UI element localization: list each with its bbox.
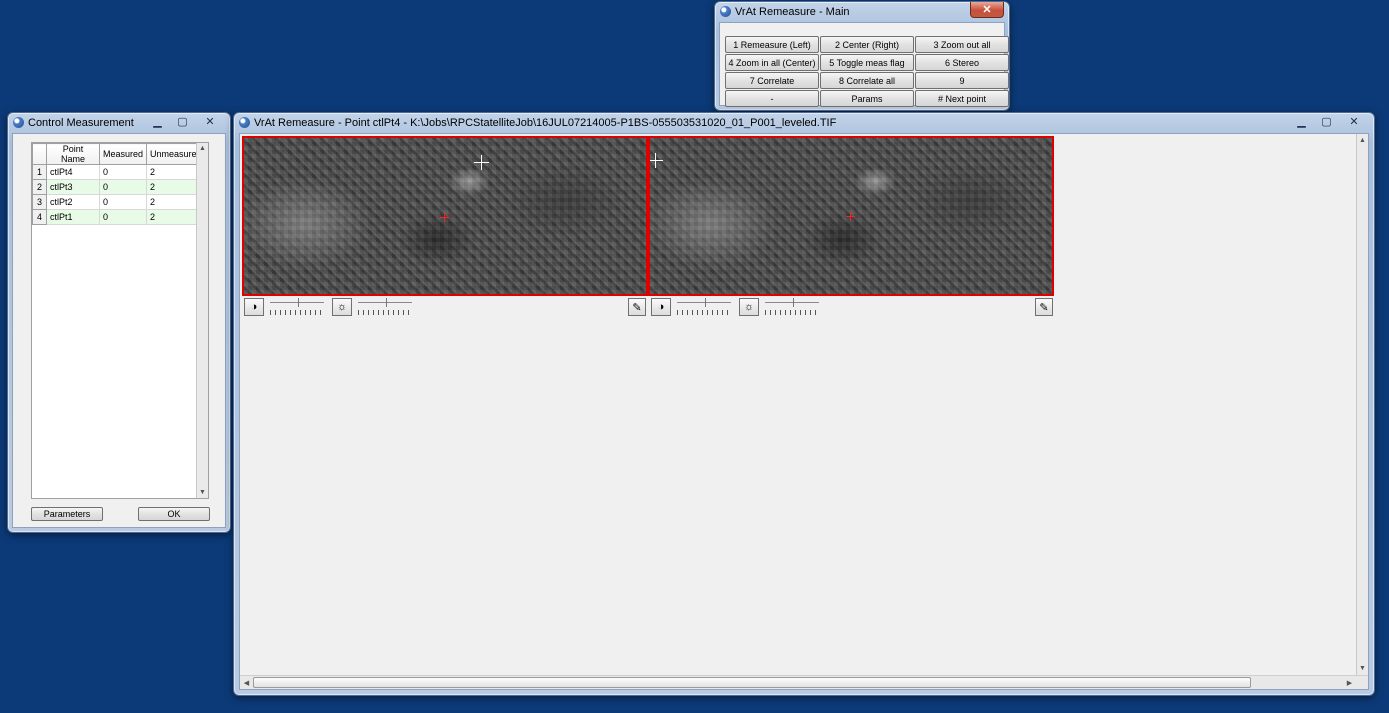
main-window: VrAt Remeasure - Main ✕ 1 Remeasure (Lef…	[714, 1, 1010, 111]
correlate-button[interactable]: 7 Correlate	[725, 72, 819, 89]
remeasure-left-button[interactable]: 1 Remeasure (Left)	[725, 36, 819, 53]
table-row[interactable]: 1 ctlPt4 0 2	[32, 164, 206, 180]
slider-thumb[interactable]	[386, 298, 391, 307]
maximize-icon[interactable]: ▢	[170, 113, 195, 129]
slider-thumb[interactable]	[705, 298, 710, 307]
scroll-up-icon[interactable]: ▲	[1357, 135, 1368, 146]
left-image-view[interactable]	[242, 136, 648, 296]
slider-thumb[interactable]	[793, 298, 798, 307]
close-icon[interactable]: ✕	[1339, 113, 1369, 129]
brightness-icon[interactable]: ☼	[739, 298, 759, 316]
control-window: Control Measurement ▁ ▢ ✕ Point Name Mea…	[7, 112, 231, 533]
horizontal-scroll-thumb[interactable]	[253, 677, 1251, 688]
cursor-crosshair	[650, 153, 663, 168]
slider-ticks	[358, 310, 412, 315]
view-vertical-scrollbar[interactable]: ▲ ▼	[1356, 134, 1368, 675]
zoom-in-all-button[interactable]: 4 Zoom in all (Center)	[725, 54, 819, 71]
measured-cell[interactable]: 0	[98, 164, 148, 180]
reset-brush-icon[interactable]: ✎	[628, 298, 646, 316]
table-row[interactable]: 2 ctlPt3 0 2	[32, 179, 206, 195]
scroll-right-icon[interactable]: ▶	[1344, 677, 1355, 688]
contrast-slider[interactable]	[675, 298, 733, 316]
slider-thumb[interactable]	[298, 298, 303, 307]
row-number: 3	[32, 194, 47, 210]
toggle-meas-flag-button[interactable]: 5 Toggle meas flag	[820, 54, 914, 71]
row-number: 1	[32, 164, 47, 180]
point-name-cell[interactable]: ctlPt1	[46, 209, 100, 225]
slider-track	[270, 302, 324, 303]
main-titlebar[interactable]: VrAt Remeasure - Main ✕	[715, 2, 1009, 22]
control-window-title: Control Measurement	[28, 117, 134, 129]
brightness-slider[interactable]	[356, 298, 414, 316]
view-horizontal-scrollbar[interactable]: ◀ ▶	[240, 675, 1368, 689]
row-header	[32, 143, 47, 165]
scroll-up-icon[interactable]: ▲	[197, 143, 208, 154]
main-button-grid: 1 Remeasure (Left) 2 Center (Right) 3 Zo…	[725, 36, 1009, 107]
params-button[interactable]: Params	[820, 90, 914, 107]
app-icon	[239, 117, 250, 128]
dash-button[interactable]: -	[725, 90, 819, 107]
main-client: 1 Remeasure (Left) 2 Center (Right) 3 Zo…	[719, 22, 1009, 107]
slider-ticks	[270, 310, 324, 315]
table-vertical-scrollbar[interactable]: ▲ ▼	[196, 143, 208, 498]
measured-cell[interactable]: 0	[98, 194, 148, 210]
measurement-marker	[440, 213, 449, 222]
row-number: 2	[32, 179, 47, 195]
point-name-cell[interactable]: ctlPt4	[46, 164, 100, 180]
correlate-all-button[interactable]: 8 Correlate all	[820, 72, 914, 89]
slider-ticks	[677, 310, 731, 315]
center-right-button[interactable]: 2 Center (Right)	[820, 36, 914, 53]
reset-brush-icon[interactable]: ✎	[1035, 298, 1053, 316]
point-window-title: VrAt Remeasure - Point ctlPt4 - K:\Jobs\…	[254, 117, 837, 129]
table-row[interactable]: 3 ctlPt2 0 2	[32, 194, 206, 210]
scroll-down-icon[interactable]: ▼	[197, 487, 208, 498]
brightness-icon[interactable]: ☼	[332, 298, 352, 316]
main-window-title: VrAt Remeasure - Main	[735, 6, 850, 18]
close-icon[interactable]: ✕	[970, 2, 1004, 18]
minimize-icon[interactable]: ▁	[1289, 113, 1314, 129]
point-titlebar[interactable]: VrAt Remeasure - Point ctlPt4 - K:\Jobs\…	[234, 113, 1374, 133]
point-window: VrAt Remeasure - Point ctlPt4 - K:\Jobs\…	[233, 112, 1375, 696]
measured-cell[interactable]: 0	[98, 179, 148, 195]
slider-track	[677, 302, 731, 303]
slider-track	[765, 302, 819, 303]
slider-ticks	[765, 310, 819, 315]
next-point-button[interactable]: # Next point	[915, 90, 1009, 107]
point-table: Point Name Measured Unmeasured 1 ctlPt4 …	[31, 142, 209, 499]
app-icon	[13, 117, 24, 128]
maximize-icon[interactable]: ▢	[1314, 113, 1339, 129]
point-name-cell[interactable]: ctlPt3	[46, 179, 100, 195]
scroll-left-icon[interactable]: ◀	[241, 677, 252, 688]
cursor-crosshair	[474, 155, 489, 170]
scroll-down-icon[interactable]: ▼	[1357, 663, 1368, 674]
measured-cell[interactable]: 0	[98, 209, 148, 225]
row-number: 4	[32, 209, 47, 225]
point-client: ◑ ☼ ✎ ◑ ☼ ✎ ▲ ▼ ◀ ▶	[239, 133, 1369, 690]
slider-track	[358, 302, 412, 303]
point-name-cell[interactable]: ctlPt2	[46, 194, 100, 210]
zoom-out-all-button[interactable]: 3 Zoom out all	[915, 36, 1009, 53]
brightness-slider[interactable]	[763, 298, 821, 316]
control-client: Point Name Measured Unmeasured 1 ctlPt4 …	[12, 133, 226, 528]
column-header-measured[interactable]: Measured	[98, 143, 148, 165]
contrast-slider[interactable]	[268, 298, 326, 316]
app-icon	[720, 6, 731, 17]
contrast-icon[interactable]: ◑	[651, 298, 671, 316]
ok-button[interactable]: OK	[138, 507, 210, 521]
measurement-marker	[846, 212, 855, 221]
button-9[interactable]: 9	[915, 72, 1009, 89]
table-row[interactable]: 4 ctlPt1 0 2	[32, 209, 206, 225]
right-image-view[interactable]	[648, 136, 1054, 296]
contrast-icon[interactable]: ◑	[244, 298, 264, 316]
minimize-icon[interactable]: ▁	[145, 113, 170, 129]
parameters-button[interactable]: Parameters	[31, 507, 103, 521]
close-icon[interactable]: ✕	[195, 113, 225, 129]
stereo-button[interactable]: 6 Stereo	[915, 54, 1009, 71]
column-header-point-name[interactable]: Point Name	[46, 143, 100, 165]
control-titlebar[interactable]: Control Measurement ▁ ▢ ✕	[8, 113, 230, 133]
